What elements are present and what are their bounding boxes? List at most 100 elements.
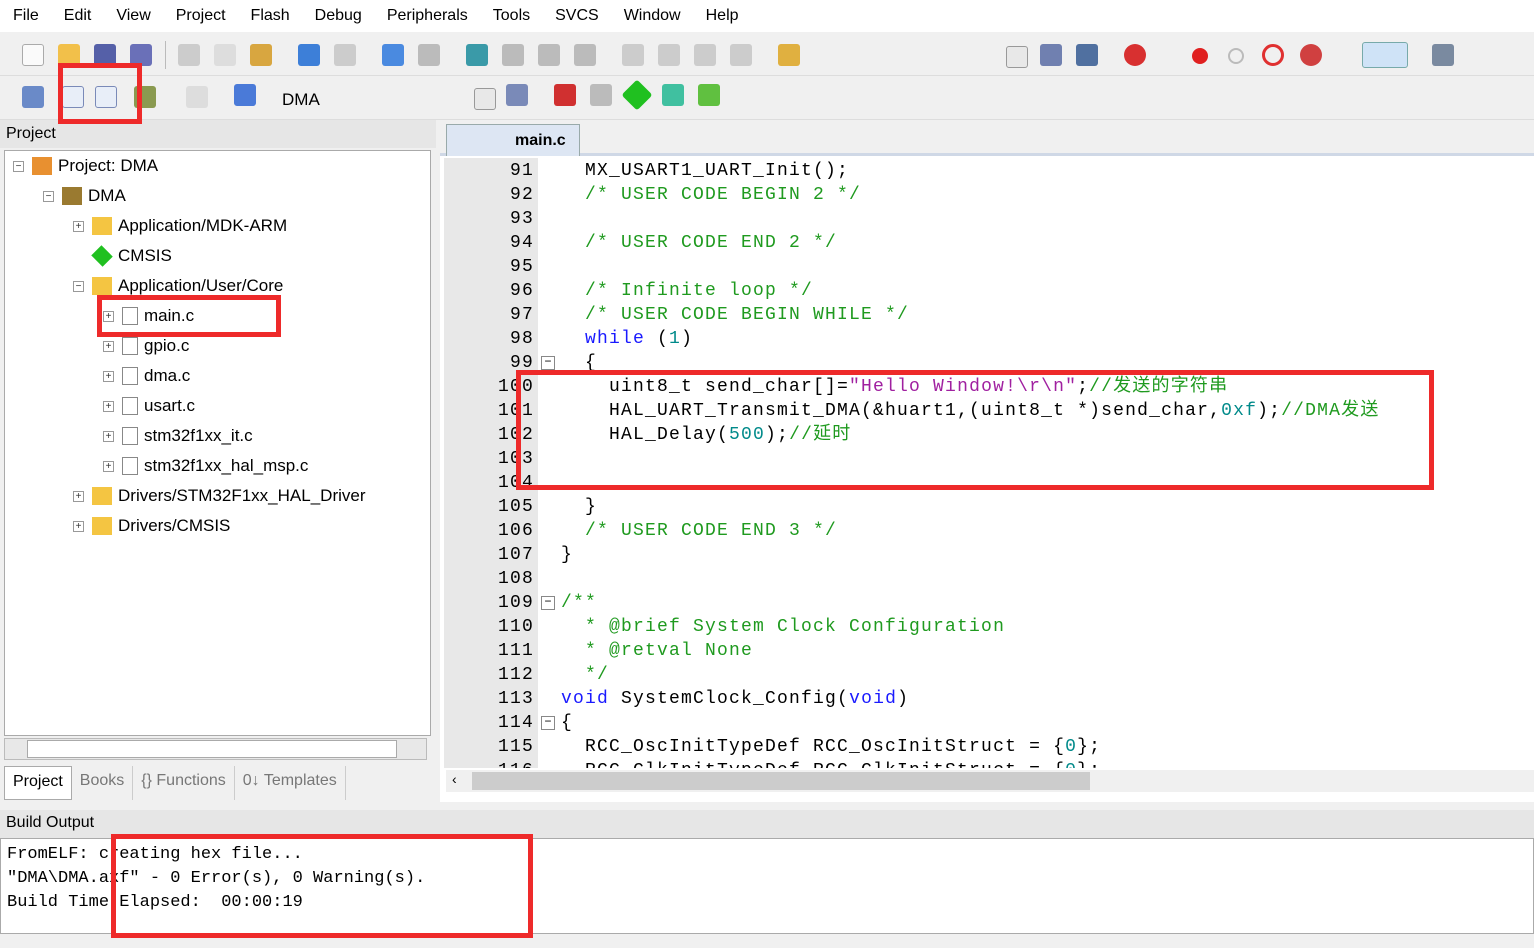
search-dropdown[interactable] (1006, 46, 1028, 68)
panel-tab[interactable]: {} Functions (133, 766, 235, 800)
menu-view[interactable]: View (103, 7, 162, 25)
expand-icon[interactable]: + (103, 430, 114, 442)
unindent-icon[interactable] (658, 44, 680, 66)
window-layout-icon[interactable] (1362, 42, 1408, 68)
find-icon[interactable] (1040, 44, 1062, 66)
tree-horizontal-scrollbar[interactable] (4, 738, 427, 760)
menu-flash[interactable]: Flash (238, 7, 302, 25)
next-bookmark-icon[interactable] (538, 44, 560, 66)
expand-icon[interactable]: + (73, 490, 84, 502)
open-folder-icon[interactable] (58, 44, 80, 66)
tree-node[interactable]: + stm32f1xx_it.c (103, 423, 253, 449)
redo-icon[interactable] (334, 44, 356, 66)
fold-icon[interactable]: − (541, 716, 555, 730)
expand-icon[interactable]: + (103, 310, 114, 322)
new-file-icon[interactable] (22, 44, 44, 66)
prev-bookmark-icon[interactable] (502, 44, 524, 66)
indent-icon[interactable] (622, 44, 644, 66)
target-dropdown[interactable] (474, 88, 496, 110)
tree-node[interactable]: − DMA (43, 183, 126, 209)
scroll-thumb[interactable] (27, 740, 397, 758)
configure-wrench-icon[interactable] (1432, 44, 1454, 66)
collapse-icon[interactable]: − (73, 280, 84, 292)
expand-icon[interactable]: + (103, 460, 114, 472)
panel-tab[interactable]: Project (4, 766, 72, 800)
comment-icon[interactable] (694, 44, 716, 66)
target-options-icon[interactable] (506, 84, 528, 106)
panel-tab[interactable]: 0↓ Templates (235, 766, 346, 800)
tree-node[interactable]: + dma.c (103, 363, 190, 389)
tree-node[interactable]: + Drivers/CMSIS (73, 513, 230, 539)
kill-breakpoints-icon[interactable] (1300, 44, 1322, 66)
menu-help[interactable]: Help (693, 7, 751, 25)
code-text: * @brief System Clock Configuration (561, 615, 1005, 639)
menu-tools[interactable]: Tools (480, 7, 542, 25)
expand-icon[interactable]: + (103, 340, 114, 352)
collapse-icon[interactable]: − (43, 190, 54, 202)
manage-project-items-icon[interactable] (554, 84, 576, 106)
tree-node[interactable]: + main.c (103, 303, 194, 329)
paste-icon[interactable] (250, 44, 272, 66)
stop-build-icon[interactable] (186, 86, 208, 108)
line-number: 115 (497, 737, 534, 757)
tree-node[interactable]: + usart.c (103, 393, 195, 419)
menu-peripherals[interactable]: Peripherals (374, 7, 480, 25)
translate-icon[interactable] (22, 86, 44, 108)
scroll-left-icon[interactable]: ‹ (452, 771, 457, 787)
copy-icon[interactable] (214, 44, 236, 66)
collapse-icon[interactable]: − (13, 160, 24, 172)
manage-rte-icon[interactable] (621, 79, 653, 111)
code-line: 104 (440, 471, 1534, 495)
tree-node[interactable]: + stm32f1xx_hal_msp.c (103, 453, 308, 479)
tree-node[interactable]: − Project: DMA (13, 153, 158, 179)
tree-node[interactable]: − Application/User/Core (73, 273, 283, 299)
panel-tab[interactable]: Books (72, 766, 134, 800)
expand-icon[interactable]: + (103, 400, 114, 412)
incremental-find-icon[interactable] (1076, 44, 1098, 66)
uncomment-icon[interactable] (730, 44, 752, 66)
menu-window[interactable]: Window (611, 7, 693, 25)
fold-icon[interactable]: − (541, 356, 555, 370)
expand-icon[interactable]: + (103, 370, 114, 382)
batch-build-icon[interactable] (134, 86, 156, 108)
disable-breakpoint-icon[interactable] (1228, 48, 1244, 64)
expand-icon[interactable]: + (73, 520, 84, 532)
expand-icon[interactable]: + (73, 220, 84, 232)
breakpoint-icon[interactable] (1192, 48, 1208, 64)
menu-svcs[interactable]: SVCS (542, 7, 611, 25)
rebuild-icon[interactable] (95, 86, 117, 108)
pack-installer-icon[interactable] (698, 84, 720, 106)
menu-edit[interactable]: Edit (51, 7, 104, 25)
code-line: 92 /* USER CODE BEGIN 2 */ (440, 183, 1534, 207)
load-download-icon[interactable] (234, 84, 256, 106)
build-output-title: Build Output (0, 810, 1534, 838)
bookmark-icon[interactable] (466, 44, 488, 66)
debug-session-icon[interactable] (1124, 44, 1146, 66)
menu-project[interactable]: Project (163, 7, 238, 25)
undo-icon[interactable] (298, 44, 320, 66)
menu-file[interactable]: File (0, 7, 51, 25)
fold-icon[interactable]: − (541, 596, 555, 610)
save-icon[interactable] (94, 44, 116, 66)
menu-debug[interactable]: Debug (302, 7, 374, 25)
select-packs-icon[interactable] (662, 84, 684, 106)
save-all-icon[interactable] (130, 44, 152, 66)
cut-icon[interactable] (178, 44, 200, 66)
back-icon[interactable] (382, 44, 404, 66)
tree-node[interactable]: + gpio.c (103, 333, 189, 359)
tree-node[interactable]: + Drivers/STM32F1xx_HAL_Driver (73, 483, 366, 509)
tab-main-c[interactable]: main.c (446, 124, 580, 156)
find-in-files-icon[interactable] (778, 44, 800, 66)
tree-node[interactable]: + Application/MDK-ARM (73, 213, 287, 239)
line-number: 91 (509, 161, 534, 181)
forward-icon[interactable] (418, 44, 440, 66)
code-line: 98 while (1) (440, 327, 1534, 351)
editor-horizontal-scrollbar[interactable]: ‹ (446, 770, 1534, 792)
multi-project-icon[interactable] (590, 84, 612, 106)
build-icon[interactable] (62, 86, 84, 108)
scroll-thumb[interactable] (472, 772, 1090, 790)
code-area[interactable]: 91 MX_USART1_UART_Init(); 92 /* USER CODE… (440, 158, 1534, 768)
disable-all-breakpoints-icon[interactable] (1262, 44, 1284, 66)
clear-bookmarks-icon[interactable] (574, 44, 596, 66)
tree-node[interactable]: CMSIS (73, 243, 172, 269)
